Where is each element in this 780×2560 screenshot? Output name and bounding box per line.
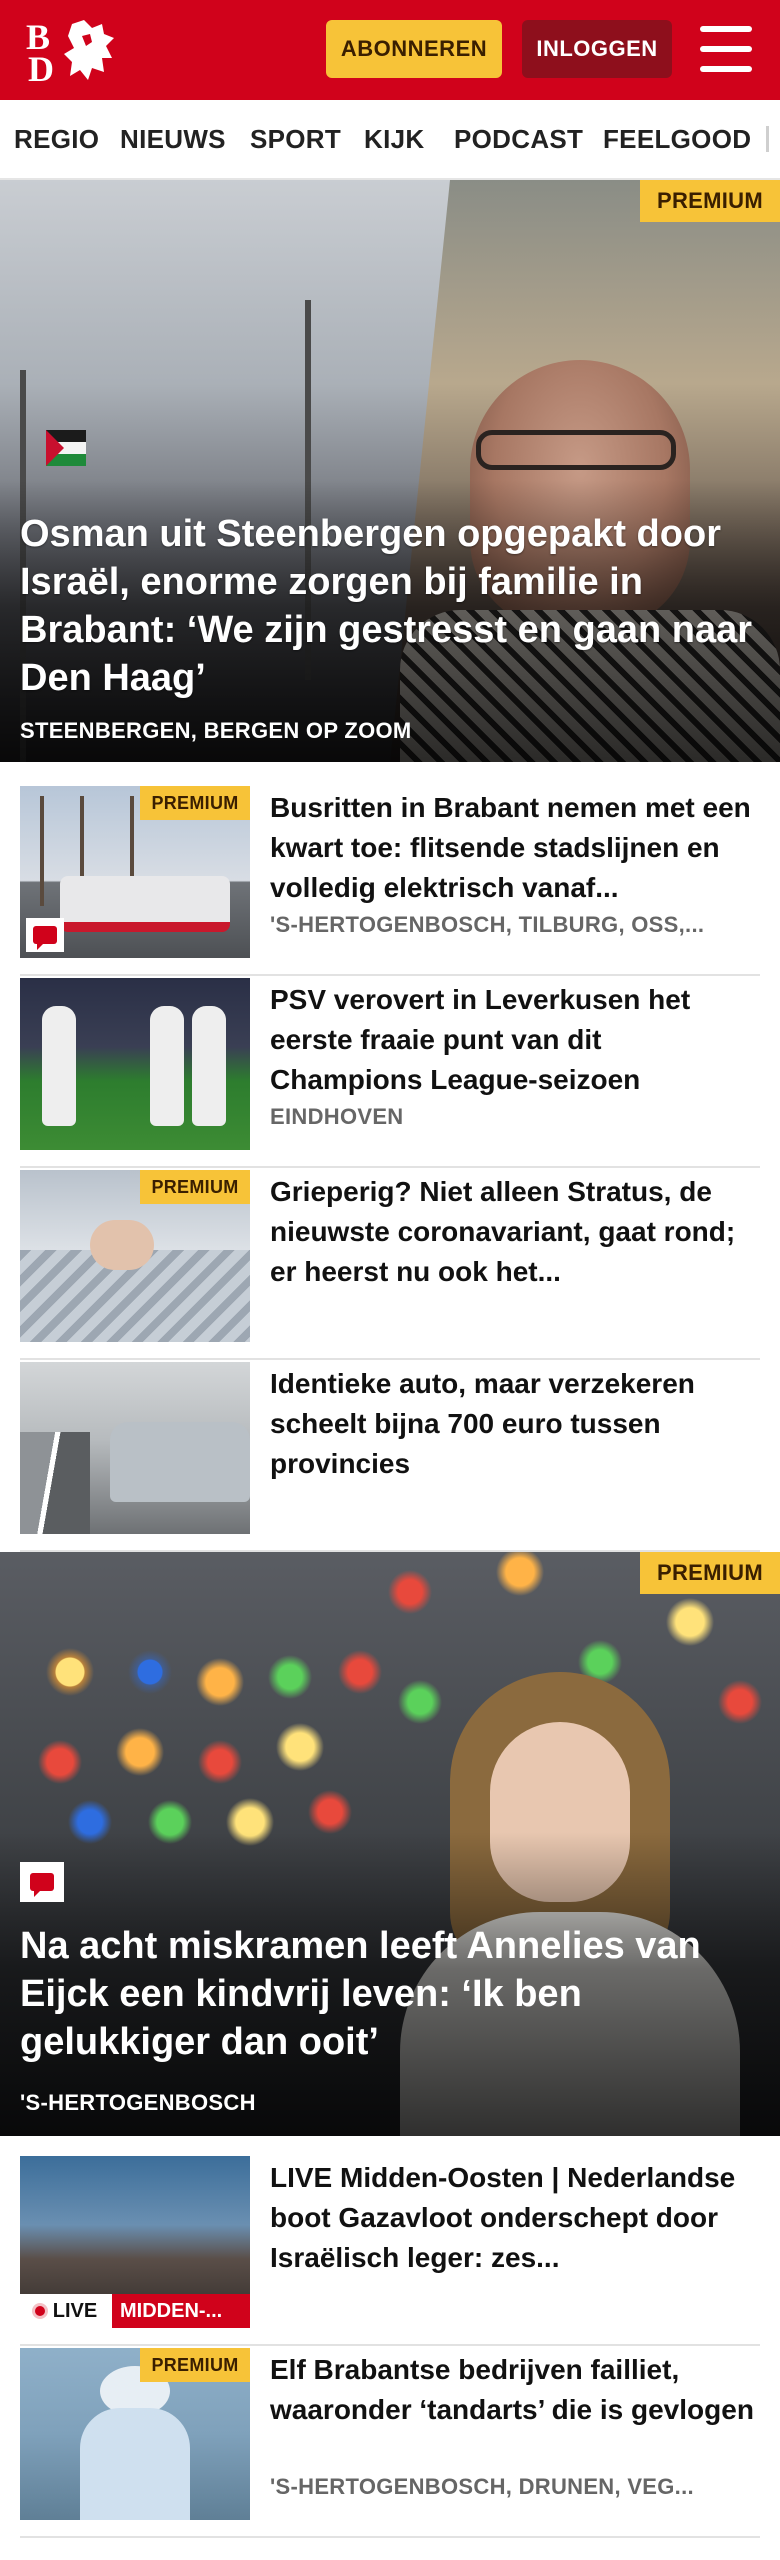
article-title[interactable]: Identieke auto, maar verzekeren scheelt … [270,1364,760,1484]
nav-item-podcast[interactable]: PODCAST [454,124,583,155]
article-thumbnail: LIVE MIDDEN-... [20,2156,250,2328]
article-title[interactable]: Busritten in Brabant nemen met een kwart… [270,788,760,908]
flag-image [46,430,86,466]
menu-icon[interactable] [700,26,752,72]
hero2-title[interactable]: Na acht miskramen leeft Annelies van Eij… [20,1922,760,2066]
article-item[interactable]: PREMIUM Busritten in Brabant nemen met e… [20,786,760,976]
hero2-location: 'S-HERTOGENBOSCH [20,2090,256,2115]
subscribe-button[interactable]: ABONNEREN [326,20,502,78]
article-location: 'S-HERTOGENBOSCH, DRUNEN, VEG... [270,2474,694,2499]
live-label: LIVE MIDDEN-... [20,2294,250,2328]
comment-icon [26,918,64,952]
nav-item-feelgood[interactable]: FEELGOOD [603,124,751,155]
article-title[interactable]: Elf Brabantse bedrijven failliet, waaron… [270,2350,760,2430]
live-text: LIVE [52,2299,98,2322]
article-title[interactable]: Grieperig? Niet alleen Stratus, de nieuw… [270,1172,760,1292]
live-dot-icon [34,2306,45,2316]
premium-badge: PREMIUM [640,180,780,222]
hero-location: STEENBERGEN, BERGEN OP ZOOM [20,718,412,743]
top-bar: B D ABONNEREN INLOGGEN [0,0,780,100]
lion-icon [64,20,114,80]
article-thumbnail: PREMIUM [20,2348,250,2520]
article-thumbnail: PREMIUM [20,786,250,958]
hero-article[interactable]: PREMIUM Osman uit Steenbergen opgepakt d… [0,180,780,762]
premium-badge: PREMIUM [140,786,250,820]
nav-item-kijk[interactable]: KIJK [364,124,424,155]
article-location: EINDHOVEN [270,1104,404,1129]
section-nav: REGIO NIEUWS SPORT KIJK PODCAST FEELGOOD [0,100,780,180]
article-item[interactable]: PSV verovert in Leverkusen het eerste fr… [20,978,760,1168]
premium-badge: PREMIUM [640,1552,780,1594]
hero-title[interactable]: Osman uit Steenbergen opgepakt door Isra… [20,510,760,702]
article-item[interactable]: Identieke auto, maar verzekeren scheelt … [20,1362,760,1552]
article-item[interactable]: LIVE MIDDEN-... LIVE Midden-Oosten | Ned… [20,2156,760,2346]
live-topic: MIDDEN-... [112,2294,250,2328]
glasses [476,430,676,470]
article-item[interactable]: PREMIUM Grieperig? Niet alleen Stratus, … [20,1170,760,1360]
article-thumbnail: PREMIUM [20,1170,250,1342]
article-title[interactable]: PSV verovert in Leverkusen het eerste fr… [270,980,760,1100]
nav-item-sport[interactable]: SPORT [250,124,341,155]
nav-item-regio[interactable]: REGIO [14,124,99,155]
premium-badge: PREMIUM [140,2348,250,2382]
logo-letter-d: D [28,49,54,89]
article-thumbnail [20,978,250,1150]
article-item[interactable]: PREMIUM Elf Brabantse bedrijven failliet… [20,2348,760,2538]
comment-icon [20,1862,64,1902]
premium-badge: PREMIUM [140,1170,250,1204]
hero-article-2[interactable]: PREMIUM Na acht miskramen leeft Annelies… [0,1552,780,2136]
nav-item-nieuws[interactable]: NIEUWS [120,124,226,155]
article-title[interactable]: LIVE Midden-Oosten | Nederland­se boot G… [270,2158,760,2278]
article-thumbnail [20,1362,250,1534]
article-location: 'S-HERTOGENBOSCH, TILBURG, OSS,... [270,912,705,937]
login-button[interactable]: INLOGGEN [522,20,672,78]
nav-overflow-indicator [766,126,769,152]
bd-logo[interactable]: B D [24,14,124,89]
